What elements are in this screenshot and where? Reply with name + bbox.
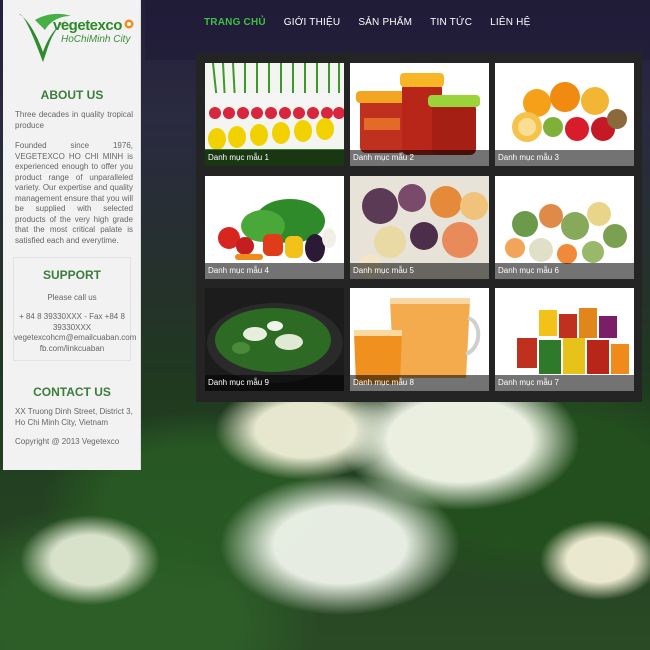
logo-subtitle: HoChiMinh City — [61, 34, 131, 45]
contact-heading: CONTACT US — [33, 385, 111, 399]
about-heading: ABOUT US — [40, 88, 104, 102]
category-tile-5[interactable]: Danh mục mẫu 5 — [350, 176, 489, 279]
about-body: Founded since 1976, VEGETEXCO HO CHI MIN… — [15, 141, 133, 245]
category-tile-label: Danh mục mẫu 5 — [350, 263, 489, 279]
category-tile-9[interactable]: Danh mục mẫu 9 — [205, 288, 344, 391]
category-tile-label: Danh mục mẫu 7 — [495, 375, 634, 391]
main-nav: TRANG CHỦ GIỚI THIỆU SẢN PHẨM TIN TỨC LI… — [204, 17, 548, 28]
contact-address: XX Truong Dinh Street, District 3, Ho Ch… — [15, 407, 133, 427]
category-tile-6[interactable]: Danh mục mẫu 6 — [495, 176, 634, 279]
nav-item-home[interactable]: TRANG CHỦ — [204, 17, 266, 28]
category-tile-label: Danh mục mẫu 1 — [205, 150, 344, 166]
category-tile-label: Danh mục mẫu 4 — [205, 263, 344, 279]
nav-item-about[interactable]: GIỚI THIỆU — [284, 17, 341, 28]
category-tile-label: Danh mục mẫu 3 — [495, 150, 634, 166]
support-phone: + 84 8 39330XXX - Fax +84 8 39330XXX — [19, 312, 125, 332]
support-box: SUPPORT Please call us + 84 8 39330XXX -… — [13, 257, 136, 361]
sidebar: vegetexco HoChiMinh City ABOUT US Three … — [3, 0, 141, 470]
nav-item-contact[interactable]: LIÊN HỆ — [490, 17, 530, 28]
category-tile-label: Danh mục mẫu 6 — [495, 263, 634, 279]
category-gallery: Danh mục mẫu 1 Danh mục mẫu 2 Danh mục m… — [196, 53, 642, 402]
logo-wordmark: vegetexco — [53, 17, 122, 34]
category-tile-4[interactable]: Danh mục mẫu 4 — [205, 176, 344, 279]
support-call-text: Please call us — [47, 293, 97, 302]
copyright-text: Copyright @ 2013 Vegetexco — [15, 437, 120, 446]
about-intro: Three decades in quality tropical produc… — [15, 110, 133, 130]
category-tile-label: Danh mục mẫu 2 — [350, 150, 489, 166]
category-tile-label: Danh mục mẫu 8 — [350, 375, 489, 391]
category-tile-label: Danh mục mẫu 9 — [205, 375, 344, 391]
logo-orange-icon — [124, 19, 134, 29]
category-tile-1[interactable]: Danh mục mẫu 1 — [205, 63, 344, 166]
support-email-link[interactable]: vegetexcohcm@emailcuaban.com — [14, 333, 136, 344]
header-band — [145, 0, 650, 60]
category-tile-8[interactable]: Danh mục mẫu 8 — [350, 288, 489, 391]
nav-item-products[interactable]: SẢN PHẨM — [358, 17, 412, 28]
category-tile-7[interactable]: Danh mục mẫu 7 — [495, 288, 634, 391]
nav-item-news[interactable]: TIN TỨC — [430, 17, 472, 28]
category-tile-3[interactable]: Danh mục mẫu 3 — [495, 63, 634, 166]
logo[interactable]: vegetexco HoChiMinh City — [15, 10, 135, 70]
support-facebook-link[interactable]: fb.com/linkcuaban — [14, 344, 130, 355]
support-heading: SUPPORT — [42, 268, 101, 282]
category-tile-2[interactable]: Danh mục mẫu 2 — [350, 63, 489, 166]
